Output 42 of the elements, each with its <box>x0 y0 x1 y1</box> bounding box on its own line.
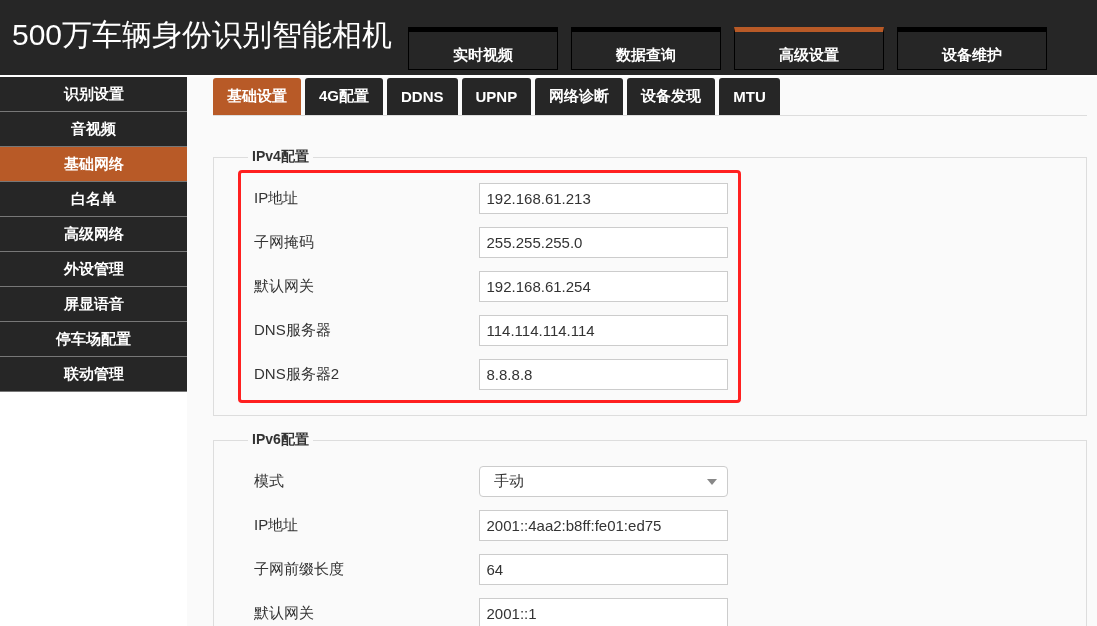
input-field[interactable]: 2001::1 <box>478 598 728 626</box>
field-label: IP地址 <box>254 516 300 535</box>
field-label: 默认网关 <box>254 277 315 296</box>
caret-icon <box>707 478 717 485</box>
field-label: DNS服务器 <box>254 321 332 340</box>
sidebar-item[interactable]: 音视频 <box>0 112 187 147</box>
sub-tab[interactable]: 网络诊断 <box>535 78 624 115</box>
sidebar-item[interactable]: 识别设置 <box>0 77 187 112</box>
sub-tab[interactable]: 设备发现 <box>627 78 716 115</box>
field-label: 子网掩码 <box>254 233 315 252</box>
field-label: DNS服务器2 <box>254 365 340 384</box>
sidebar-item[interactable]: 基础网络 <box>0 147 187 182</box>
sub-tab[interactable]: 基础设置 <box>213 78 301 115</box>
input-field[interactable]: 192.168.61.213 <box>478 183 728 214</box>
sub-tab[interactable]: UPNP <box>461 78 532 115</box>
input-field[interactable]: 2001::4aa2:b8ff:fe01:ed75 <box>478 510 728 541</box>
field-label: 默认网关 <box>254 604 315 623</box>
input-field[interactable]: 64 <box>478 554 728 585</box>
sidebar-item[interactable]: 联动管理 <box>0 357 187 392</box>
field-label: 模式 <box>254 472 285 491</box>
nav-tab[interactable]: 实时视频 <box>408 27 558 70</box>
sidebar-item[interactable]: 高级网络 <box>0 217 187 252</box>
field-label: IP地址 <box>254 189 300 208</box>
sub-tab[interactable]: 4G配置 <box>305 78 383 115</box>
sidebar-item[interactable]: 屏显语音 <box>0 287 187 322</box>
input-field[interactable]: 255.255.255.0 <box>478 227 728 258</box>
input-field[interactable]: 192.168.61.254 <box>478 271 728 302</box>
app-title: 500万车辆身份识别智能相机 <box>12 17 394 53</box>
sidebar-item[interactable]: 停车场配置 <box>0 322 187 357</box>
field-label: 子网前缀长度 <box>254 560 345 579</box>
input-field[interactable]: 8.8.8.8 <box>478 359 728 390</box>
nav-tab[interactable]: 数据查询 <box>571 27 721 70</box>
group-legend: IPv6配置 <box>248 431 313 449</box>
nav-tab[interactable]: 设备维护 <box>897 27 1047 70</box>
nav-tab[interactable]: 高级设置 <box>734 27 884 70</box>
input-field[interactable]: 114.114.114.114 <box>478 315 728 346</box>
group-legend: IPv4配置 <box>248 148 313 166</box>
sidebar-item[interactable]: 白名单 <box>0 182 187 217</box>
sidebar-item[interactable]: 外设管理 <box>0 252 187 287</box>
mode-dropdown[interactable]: 手动 <box>478 466 728 497</box>
sub-tab[interactable]: MTU <box>719 78 780 115</box>
sub-tab[interactable]: DDNS <box>387 78 458 115</box>
